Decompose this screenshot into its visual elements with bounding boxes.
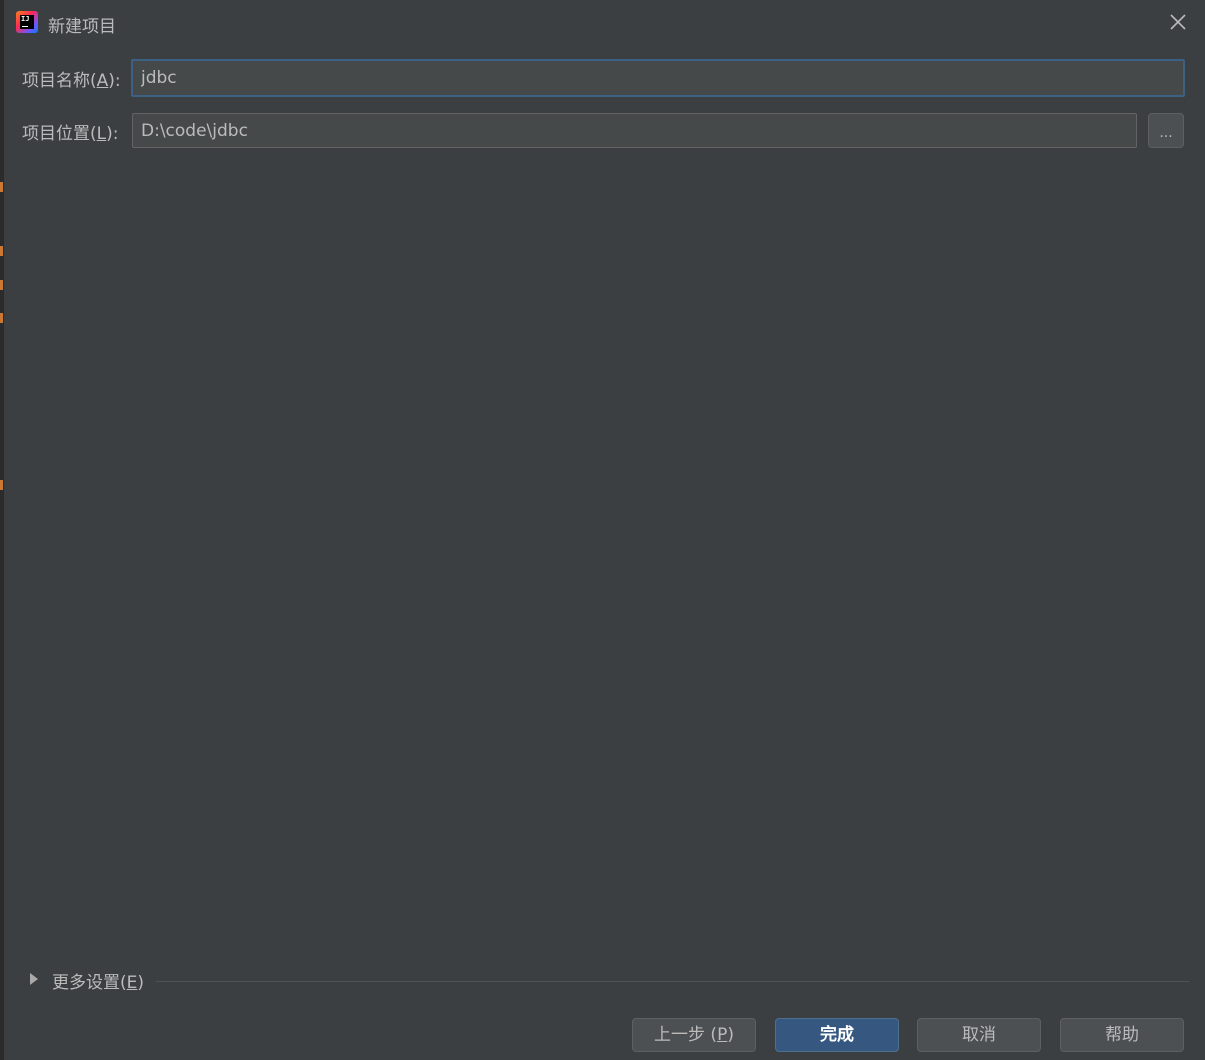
cancel-button[interactable]: 取消 [917, 1018, 1041, 1052]
close-icon [1170, 14, 1186, 30]
project-location-label: 项目位置(L): [22, 124, 119, 144]
help-button[interactable]: 帮助 [1060, 1018, 1184, 1052]
finish-button[interactable]: 完成 [775, 1018, 899, 1052]
project-location-input[interactable] [132, 113, 1137, 148]
new-project-dialog: IJ 新建项目 项目名称(A): 项目位置(L): ... 更多设置(E) 上一… [4, 0, 1205, 1060]
project-name-input[interactable] [131, 59, 1185, 97]
editor-marker [0, 246, 3, 256]
section-divider [156, 981, 1189, 982]
editor-marker [0, 480, 3, 490]
intellij-idea-icon: IJ [16, 11, 38, 33]
dialog-titlebar: IJ 新建项目 [4, 0, 1205, 46]
editor-marker [0, 280, 3, 290]
browse-button[interactable]: ... [1148, 113, 1184, 148]
triangle-right-icon [30, 973, 38, 985]
close-button[interactable] [1167, 11, 1189, 33]
project-name-label: 项目名称(A): [22, 71, 121, 91]
editor-marker [0, 313, 3, 323]
previous-button[interactable]: 上一步 (P) [632, 1018, 756, 1052]
editor-marker [0, 182, 3, 192]
more-settings-label: 更多设置(E) [52, 973, 145, 993]
dialog-title: 新建项目 [48, 17, 116, 37]
